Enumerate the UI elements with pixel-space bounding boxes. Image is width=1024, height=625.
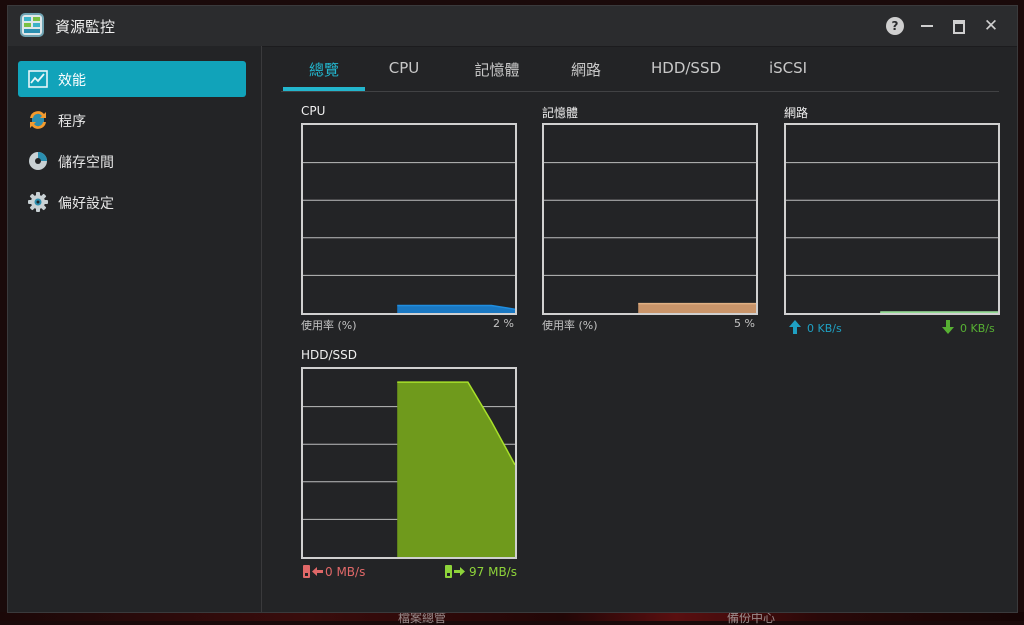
- cpu-usage-graph: [301, 123, 517, 315]
- tab-iscsi[interactable]: iSCSI: [759, 59, 817, 77]
- tab-memory[interactable]: 記憶體: [462, 59, 532, 80]
- resource-monitor-window: 資源監控 ? ✕ 效能 程序 儲存空間 偏好設定 總覽 CPU 記憶體 網路 H…: [7, 5, 1018, 613]
- sidebar-item-storage[interactable]: 儲存空間: [18, 143, 246, 179]
- process-arrows-icon: [30, 111, 46, 129]
- sidebar-item-label: 程序: [58, 114, 86, 130]
- sidebar-item-performance[interactable]: 效能: [18, 61, 246, 97]
- download-arrow-icon: [942, 320, 954, 334]
- memory-usage-value: 5 %: [734, 317, 755, 330]
- upload-arrow-icon: [789, 320, 801, 334]
- network-throughput-graph: [784, 123, 1000, 315]
- sidebar-item-label: 儲存空間: [58, 155, 114, 171]
- gear-icon: [28, 192, 48, 212]
- close-button[interactable]: ✕: [982, 17, 1000, 35]
- help-button[interactable]: ?: [886, 17, 904, 35]
- tab-overview[interactable]: 總覽: [283, 59, 365, 80]
- sidebar-item-label: 偏好設定: [58, 196, 114, 212]
- title-bar[interactable]: 資源監控 ? ✕: [8, 6, 1017, 47]
- series-area: [397, 382, 515, 557]
- storage-disk-icon: [29, 152, 47, 170]
- cpu-usage-value: 2 %: [493, 317, 514, 330]
- main-content: 總覽 CPU 記憶體 網路 HDD/SSD iSCSI CPU 使用率 (%) …: [262, 46, 1017, 612]
- maximize-button[interactable]: [950, 17, 968, 35]
- desktop-background: [0, 612, 1024, 621]
- disk-throughput-graph: [301, 367, 517, 559]
- tab-network[interactable]: 網路: [559, 59, 613, 80]
- performance-chart-icon: [28, 70, 48, 88]
- upload-rate: 0 KB/s: [807, 322, 842, 335]
- network-panel-title: 網路: [784, 106, 809, 120]
- tab-divider: [281, 91, 999, 92]
- window-title: 資源監控: [55, 18, 116, 36]
- memory-panel-title: 記憶體: [542, 106, 579, 120]
- download-rate: 0 KB/s: [960, 322, 995, 335]
- disk-panel-title: HDD/SSD: [301, 348, 358, 362]
- disk-read-icon: [303, 565, 323, 578]
- memory-usage-graph: [542, 123, 758, 315]
- minimize-button[interactable]: [918, 17, 936, 35]
- sidebar-item-processes[interactable]: 程序: [18, 102, 246, 138]
- tab-cpu[interactable]: CPU: [375, 59, 433, 77]
- memory-usage-label: 使用率 (%): [542, 319, 598, 332]
- sidebar-item-preferences[interactable]: 偏好設定: [18, 184, 246, 220]
- disk-write-rate: 97 MB/s: [469, 565, 517, 579]
- disk-write-icon: [445, 565, 465, 578]
- disk-read-rate: 0 MB/s: [325, 565, 366, 579]
- sidebar-item-label: 效能: [58, 73, 86, 89]
- desktop-label-file-manager: 檔案總管: [398, 611, 447, 625]
- desktop-label-backup: 備份中心: [727, 611, 776, 625]
- cpu-usage-label: 使用率 (%): [301, 319, 357, 332]
- series-area: [638, 303, 756, 313]
- cpu-panel-title: CPU: [301, 104, 326, 118]
- tab-hdd-ssd[interactable]: HDD/SSD: [644, 59, 728, 77]
- sidebar: 效能 程序 儲存空間 偏好設定: [8, 46, 262, 612]
- resource-monitor-app-icon: [20, 13, 44, 37]
